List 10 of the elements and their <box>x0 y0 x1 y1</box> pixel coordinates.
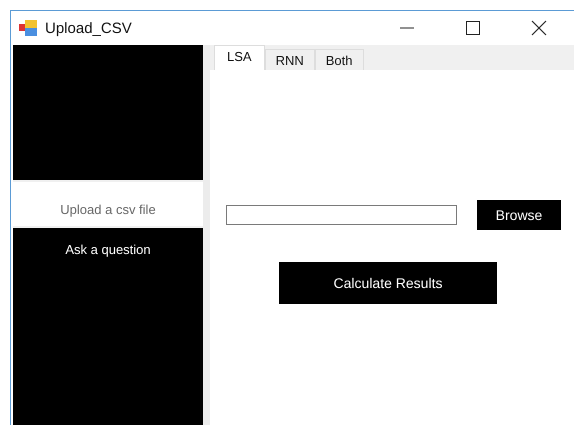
tab[interactable]: Both <box>314 49 364 70</box>
calculate-button[interactable]: Calculate Results <box>279 262 497 304</box>
browse-button[interactable]: Browse <box>477 200 561 230</box>
sidebar-item[interactable]: Upload a csv file <box>13 182 203 226</box>
window-title: Upload_CSV <box>45 20 133 36</box>
tab[interactable]: RNN <box>264 49 315 70</box>
sidebar-item[interactable]: Ask a question <box>13 228 203 425</box>
tab[interactable]: LSA <box>214 45 265 70</box>
app-icon <box>19 20 37 36</box>
file-path-field[interactable] <box>226 205 457 225</box>
